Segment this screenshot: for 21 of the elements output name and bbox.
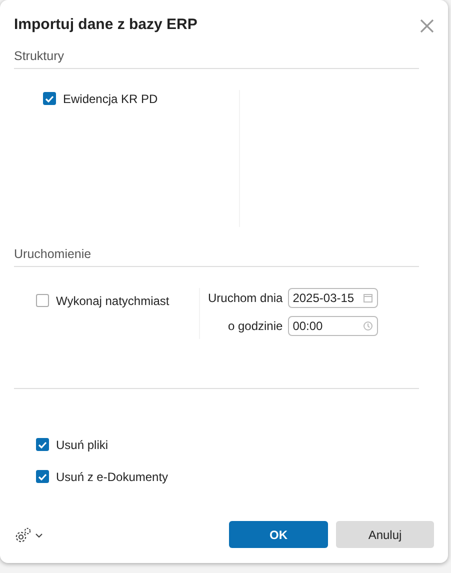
section-heading: Struktury bbox=[14, 49, 64, 63]
checkbox[interactable] bbox=[36, 438, 49, 451]
settings-icon[interactable] bbox=[14, 526, 44, 542]
field-label: Uruchom dnia bbox=[208, 290, 283, 306]
checkbox-label: Usuń z e-Dokumenty bbox=[56, 468, 168, 486]
checkbox[interactable] bbox=[43, 92, 56, 106]
checkbox-label: Ewidencja KR PD bbox=[63, 90, 158, 108]
close-icon[interactable] bbox=[420, 18, 434, 32]
field-value: 2025-03-15 bbox=[292, 290, 354, 306]
checkbox[interactable] bbox=[36, 470, 49, 483]
input-field[interactable]: 2025-03-15 bbox=[288, 288, 378, 308]
field-value: 00:00 bbox=[292, 318, 323, 334]
ok-button[interactable]: OK bbox=[229, 521, 328, 548]
checkbox-label: Usuń pliki bbox=[56, 436, 108, 454]
cancel-button[interactable]: Anuluj bbox=[336, 521, 434, 548]
dialog-title: Importuj dane z bazy ERP bbox=[14, 15, 198, 36]
field-label: o godzinie bbox=[228, 318, 283, 334]
input-field[interactable]: 00:00 bbox=[288, 316, 378, 336]
checkbox[interactable] bbox=[36, 294, 49, 307]
checkbox-label: Wykonaj natychmiast bbox=[56, 292, 170, 310]
section-heading: Uruchomienie bbox=[14, 246, 92, 261]
